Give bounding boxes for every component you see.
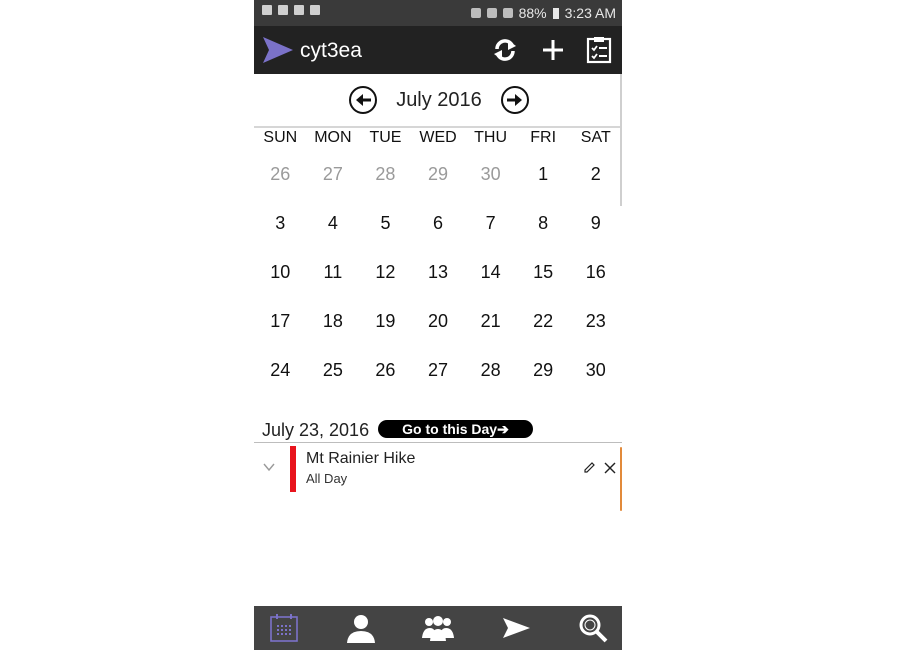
person-icon[interactable]: [344, 612, 378, 644]
signal-icon: [502, 8, 513, 18]
status-system-icons: 88% 3:23 AM: [470, 5, 616, 21]
calendar-day[interactable]: 3: [254, 200, 307, 249]
calendar-day[interactable]: 7: [464, 200, 517, 249]
calendar-day[interactable]: 25: [307, 347, 360, 396]
calendar-day[interactable]: 5: [359, 200, 412, 249]
calendar-grid: SUN MON TUE WED THU FRI SAT 26 27 28 29 …: [254, 127, 622, 396]
scroll-edge-indicator: [620, 447, 622, 511]
app-screen: 88% 3:23 AM cyt3ea July 2016 SUN MON TUE…: [254, 0, 622, 650]
wifi-icon: [486, 8, 497, 18]
calendar-day[interactable]: 10: [254, 249, 307, 298]
calendar-day[interactable]: 19: [359, 298, 412, 347]
weekday-label: TUE: [369, 129, 402, 146]
calendar-day[interactable]: 29: [412, 151, 465, 200]
calendar-day[interactable]: 29: [517, 347, 570, 396]
app-bar: cyt3ea: [254, 26, 622, 74]
month-label: July 2016: [396, 89, 482, 111]
notification-icon: [262, 5, 272, 15]
weekday-label: SAT: [580, 129, 611, 146]
search-icon[interactable]: [576, 612, 610, 644]
calendar-day[interactable]: 15: [517, 249, 570, 298]
calendar-day[interactable]: 23: [569, 298, 622, 347]
calendar-day[interactable]: 27: [412, 347, 465, 396]
calendar-icon[interactable]: [267, 612, 301, 644]
app-title: cyt3ea: [300, 39, 362, 62]
calendar-day[interactable]: 6: [412, 200, 465, 249]
weekday-label: FRI: [530, 129, 557, 146]
tasks-icon[interactable]: [585, 36, 613, 64]
status-notification-icons: [262, 5, 320, 15]
calendar-day[interactable]: 26: [359, 347, 412, 396]
calendar-day[interactable]: 21: [464, 298, 517, 347]
calendar-day[interactable]: 18: [307, 298, 360, 347]
calendar-day[interactable]: 28: [359, 151, 412, 200]
chevron-down-icon[interactable]: [262, 461, 276, 473]
image-icon: [294, 5, 304, 15]
calendar-day[interactable]: 20: [412, 298, 465, 347]
calendar-week: 3 4 5 6 7 8 9: [254, 200, 622, 249]
battery-icon: [552, 7, 559, 19]
go-to-day-button[interactable]: Go to this Day➔: [378, 420, 533, 438]
event-color-bar: [290, 446, 296, 492]
sync-icon[interactable]: [491, 36, 519, 64]
weekday-label: SUN: [263, 129, 298, 146]
mail-icon: [278, 5, 288, 15]
calendar-day[interactable]: 22: [517, 298, 570, 347]
pencil-icon[interactable]: [582, 461, 596, 475]
calendar-day[interactable]: 17: [254, 298, 307, 347]
calendar-day[interactable]: 27: [307, 151, 360, 200]
calendar-day[interactable]: 30: [464, 151, 517, 200]
bottom-navigation: [254, 606, 622, 650]
weekday-header: SUN MON TUE WED THU FRI SAT: [254, 127, 622, 151]
event-title: Mt Rainier Hike: [306, 450, 416, 467]
calendar-day[interactable]: 28: [464, 347, 517, 396]
mute-icon: [470, 8, 481, 18]
calendar-day[interactable]: 1: [517, 151, 570, 200]
calendar-day[interactable]: 11: [307, 249, 360, 298]
event-item[interactable]: Mt Rainier Hike All Day: [254, 443, 622, 511]
send-icon[interactable]: [499, 612, 533, 644]
calendar-week: 10 11 12 13 14 15 16: [254, 249, 622, 298]
month-navigation: July 2016: [254, 74, 622, 128]
calendar-day[interactable]: 24: [254, 347, 307, 396]
status-bar: 88% 3:23 AM: [254, 0, 622, 26]
groups-icon[interactable]: [421, 612, 455, 644]
weekday-label: WED: [419, 129, 457, 146]
close-icon[interactable]: [603, 461, 617, 475]
next-month-icon[interactable]: [500, 85, 530, 115]
calendar-day[interactable]: 4: [307, 200, 360, 249]
calendar-day[interactable]: 16: [569, 249, 622, 298]
calendar-week: 24 25 26 27 28 29 30: [254, 347, 622, 396]
weekday-label: MON: [314, 129, 352, 146]
selected-date-label: July 23, 2016: [262, 420, 370, 440]
calendar-day[interactable]: 8: [517, 200, 570, 249]
selected-day-header: July 23, 2016 Go to this Day➔: [254, 416, 622, 443]
battery-percent: 88%: [518, 5, 547, 21]
calendar-day[interactable]: 30: [569, 347, 622, 396]
clipboard-icon: [310, 5, 320, 15]
event-time: All Day: [306, 471, 348, 486]
calendar-week: 17 18 19 20 21 22 23: [254, 298, 622, 347]
calendar-day[interactable]: 2: [569, 151, 622, 200]
add-icon[interactable]: [539, 36, 567, 64]
weekday-label: THU: [474, 129, 508, 146]
calendar-day[interactable]: 12: [359, 249, 412, 298]
calendar-week: 26 27 28 29 30 1 2: [254, 151, 622, 200]
clock: 3:23 AM: [564, 5, 616, 21]
calendar-day[interactable]: 9: [569, 200, 622, 249]
calendar-day[interactable]: 14: [464, 249, 517, 298]
previous-month-icon[interactable]: [348, 85, 378, 115]
calendar-day[interactable]: 26: [254, 151, 307, 200]
calendar-day[interactable]: 13: [412, 249, 465, 298]
send-logo-icon: [263, 37, 293, 63]
